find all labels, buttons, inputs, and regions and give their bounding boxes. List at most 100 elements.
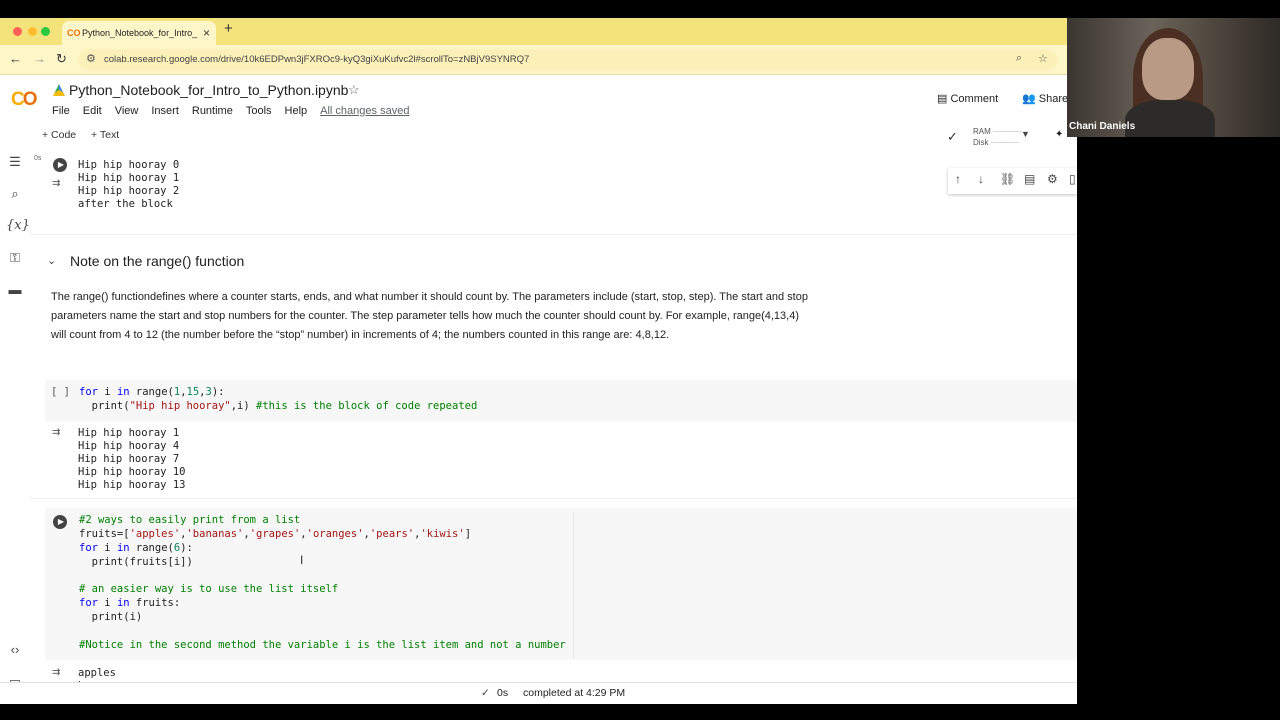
people-icon: 👥 (1022, 93, 1036, 105)
code-line: #2 ways to easily print from a list (79, 514, 301, 526)
code-line: print(fruits[i]) (79, 556, 193, 568)
search-icon[interactable]: ⌕ (6, 186, 24, 202)
close-tab-icon[interactable]: × (203, 21, 210, 45)
add-text-button[interactable]: + Text (91, 129, 119, 141)
cell-divider (30, 498, 1077, 499)
menu-edit[interactable]: Edit (83, 105, 102, 117)
drive-icon (53, 84, 65, 96)
cell-bracket[interactable]: [ ] (51, 386, 70, 400)
colab-logo[interactable]: CO (11, 89, 37, 111)
text-paragraph: The range() functiondefines where a coun… (51, 291, 808, 341)
bookmark-star-icon[interactable]: ☆ (1038, 52, 1048, 65)
saved-status[interactable]: All changes saved (320, 105, 409, 117)
browser-window: CO Python_Notebook_for_Intro_ × + ← → ↻ … (0, 18, 1077, 704)
run-cell-button[interactable]: ▶ (53, 158, 67, 172)
comment-label: Comment (950, 93, 999, 105)
output-line: Hip hip hooray 10 (78, 466, 186, 478)
code-line: #Notice in the second method the variabl… (79, 639, 566, 651)
share-label: Share (1038, 93, 1069, 105)
site-info-icon[interactable]: ⚙ (86, 52, 96, 65)
url-text: colab.research.google.com/drive/10k6EDPw… (104, 54, 530, 65)
disk-label: Disk (973, 138, 989, 147)
code-line: for i in fruits: (79, 597, 181, 609)
output-toggle-icon[interactable]: ⇉ (52, 178, 60, 189)
menu-runtime[interactable]: Runtime (192, 105, 233, 117)
text-cursor-icon: I (300, 553, 304, 567)
output-line: Hip hip hooray 4 (78, 440, 180, 452)
link-icon[interactable]: ⛓ (1000, 172, 1015, 186)
maximize-window-icon[interactable] (41, 27, 50, 36)
connected-check-icon: ✓ (947, 129, 958, 144)
add-code-button[interactable]: + Code (42, 129, 76, 141)
url-field[interactable]: ⚙ colab.research.google.com/drive/10k6ED… (78, 49, 1058, 71)
code-line: # an easier way is to use the list itsel… (79, 583, 339, 595)
table-of-contents-icon[interactable]: ☰ (6, 154, 24, 170)
output-line: Hip hip hooray 7 (78, 453, 180, 465)
resource-monitor[interactable]: RAM ───── Disk ───── (973, 126, 1021, 148)
share-button[interactable]: 👥 Share (1022, 92, 1068, 105)
menu-help[interactable]: Help (285, 105, 308, 117)
cell-divider (30, 234, 1077, 235)
move-up-icon[interactable]: ↑ (955, 172, 961, 186)
close-window-icon[interactable] (13, 27, 22, 36)
comment-icon: ▤ (937, 93, 948, 105)
cell-toolbar: ↑ ↓ ⛓ ▤ ⚙ ▯ (948, 168, 1077, 194)
code-line: print(i) (79, 611, 143, 623)
exec-time: 0s (34, 155, 42, 162)
output-toggle-icon[interactable]: ⇉ (52, 427, 60, 438)
browser-tab[interactable]: CO Python_Notebook_for_Intro_ × (62, 21, 216, 45)
colab-favicon-icon: CO (67, 28, 81, 38)
notebook-toolbar: + Code + Text ✓ RAM ───── Disk ───── ▼ ✦ (0, 125, 1077, 147)
status-time: 0s (497, 687, 509, 699)
code-line: fruits=['apples','bananas','grapes','ora… (79, 528, 472, 540)
settings-icon[interactable]: ⚙ (1047, 172, 1058, 186)
variables-icon[interactable]: {x} (6, 218, 30, 233)
output-line: Hip hip hooray 1 (78, 427, 180, 439)
ram-label: RAM (973, 127, 991, 136)
key-icon[interactable]: ⚿ (6, 250, 24, 266)
chevron-down-icon[interactable]: ⌄ (47, 254, 56, 267)
output-toggle-icon[interactable]: ⇉ (52, 667, 60, 678)
status-completed[interactable]: completed at 4:29 PM (523, 687, 625, 699)
gemini-icon[interactable]: ✦ (1055, 129, 1063, 140)
section-heading: Note on the range() function (70, 253, 245, 269)
comment-cell-icon[interactable]: ▤ (1024, 172, 1035, 186)
status-bar: ✓ 0s completed at 4:29 PM (0, 682, 1077, 704)
move-down-icon[interactable]: ↓ (978, 172, 984, 186)
presenter-name: Chani Daniels (1069, 121, 1136, 132)
menu-tools[interactable]: Tools (246, 105, 272, 117)
code-line: for i in range(6): (79, 542, 193, 554)
output-line: Hip hip hooray 1 (78, 172, 180, 184)
menu-file[interactable]: File (52, 105, 70, 117)
star-icon[interactable]: ☆ (348, 82, 360, 98)
presenter-face (1142, 38, 1194, 100)
tab-strip: CO Python_Notebook_for_Intro_ × + (0, 18, 1077, 45)
notebook-content: ▶ 0s ⇉ Hip hip hooray 0 Hip hip hooray 1… (30, 148, 1077, 688)
zoom-icon[interactable]: ⌕ (1016, 52, 1022, 65)
menu-bar: File Edit View Insert Runtime Tools Help All ch… (52, 105, 422, 117)
address-bar: ← → ↻ ⚙ colab.research.google.com/drive/… (0, 45, 1077, 75)
tab-title: Python_Notebook_for_Intro_ (82, 28, 198, 38)
folder-icon[interactable]: ▬ (6, 282, 24, 297)
webcam-video: Chani Daniels (1067, 18, 1280, 137)
output-line: Hip hip hooray 2 (78, 185, 180, 197)
code-snippets-icon[interactable]: ‹› (6, 642, 24, 657)
output-line: Hip hip hooray 13 (78, 479, 186, 491)
new-tab-icon[interactable]: + (224, 20, 233, 37)
presenter-body (1125, 100, 1215, 137)
run-cell-button[interactable]: ▶ (53, 515, 67, 529)
reload-icon[interactable]: ↻ (56, 51, 67, 67)
chevron-down-icon[interactable]: ▼ (1021, 129, 1030, 139)
minimize-window-icon[interactable] (28, 27, 37, 36)
forward-icon[interactable]: → (33, 51, 46, 66)
menu-insert[interactable]: Insert (151, 105, 179, 117)
notebook-title[interactable]: Python_Notebook_for_Intro_to_Python.ipyn… (69, 82, 348, 98)
delete-icon[interactable]: ▯ (1069, 172, 1076, 186)
left-sidebar: ☰ ⌕ {x} ⚿ ▬ ‹› ▭ (0, 147, 30, 689)
back-icon[interactable]: ← (9, 51, 22, 66)
output-line: Hip hip hooray 0 (78, 159, 180, 171)
comment-button[interactable]: ▤ Comment (937, 92, 998, 105)
output-line: after the block (78, 198, 173, 210)
menu-view[interactable]: View (115, 105, 139, 117)
output-line: apples (78, 667, 116, 679)
